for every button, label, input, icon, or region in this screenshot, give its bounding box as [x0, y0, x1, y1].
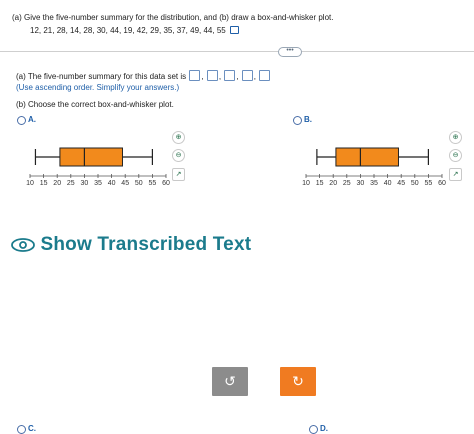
answer-separator: ,	[253, 72, 257, 81]
copy-data-icon[interactable]	[229, 26, 239, 34]
open-new-window-icon[interactable]: ↗	[172, 168, 185, 181]
answer-box-5[interactable]	[259, 70, 271, 81]
x-tick-label: 15	[40, 180, 48, 187]
zoom-out-icon[interactable]: ⊖	[172, 149, 185, 162]
x-tick-label: 55	[425, 180, 433, 187]
x-tick-label: 45	[121, 180, 129, 187]
answer-separator: ,	[236, 72, 239, 81]
option-a-label: A.	[28, 115, 36, 124]
eye-icon	[11, 238, 35, 252]
zoom-in-icon[interactable]: ⊕	[172, 131, 185, 144]
x-tick-label: 55	[149, 180, 157, 187]
show-transcribed-text-link[interactable]: Show Transcribed Text	[10, 234, 251, 260]
data-values-text: 12, 21, 28, 14, 28, 30, 44, 19, 42, 29, …	[30, 26, 226, 35]
part-b-label: (b) Choose the correct box-and-whisker p…	[16, 100, 174, 109]
x-tick-label: 35	[370, 180, 378, 187]
answer-separator: ,	[201, 72, 204, 81]
answer-box-2[interactable]	[206, 70, 218, 81]
x-tick-label: 35	[94, 180, 102, 187]
x-tick-label: 40	[384, 180, 392, 187]
x-tick-label: 10	[302, 180, 310, 187]
part-a-label: (a) The five-number summary for this dat…	[16, 72, 187, 81]
box	[59, 147, 123, 167]
x-tick-label: 25	[343, 180, 351, 187]
x-tick-label: 20	[53, 180, 61, 187]
undo-button[interactable]: ↺	[212, 367, 248, 396]
data-values: 12, 21, 28, 14, 28, 30, 44, 19, 42, 29, …	[30, 25, 239, 36]
x-tick-label: 20	[329, 180, 337, 187]
answer-box-3[interactable]	[224, 70, 236, 81]
redo-button[interactable]: ↻	[280, 367, 316, 396]
option-a-boxplot: 10 15 20 25 30 35 40 45 50 55 60	[26, 147, 170, 187]
zoom-out-icon[interactable]: ⊖	[449, 149, 462, 162]
x-tick-label: 60	[162, 180, 170, 187]
x-tick-label: 25	[67, 180, 75, 187]
option-b-boxplot: 10 15 20 25 30 35 40 45 50 55 60	[302, 147, 446, 187]
part-a-hint: (Use ascending order. Simplify your answ…	[16, 83, 180, 92]
option-c-radio[interactable]	[17, 425, 26, 434]
zoom-in-icon[interactable]: ⊕	[449, 131, 462, 144]
answer-box-4[interactable]	[241, 70, 253, 81]
box	[335, 147, 399, 167]
option-b-radio[interactable]	[293, 116, 302, 125]
option-a-radio[interactable]	[17, 116, 26, 125]
answer-separator: ,	[218, 72, 222, 81]
option-b-label: B.	[304, 115, 312, 124]
x-tick-label: 30	[357, 180, 365, 187]
x-tick-label: 30	[81, 180, 89, 187]
show-transcribed-text-label: Show Transcribed Text	[40, 234, 252, 255]
x-tick-label: 50	[411, 180, 419, 187]
answer-box-1[interactable]	[189, 70, 201, 81]
x-tick-label: 10	[26, 180, 34, 187]
x-tick-label: 60	[438, 180, 446, 187]
x-tick-label: 50	[135, 180, 143, 187]
part-a-question: (a) The five-number summary for this dat…	[16, 70, 271, 82]
expand-toggle[interactable]: •••	[278, 47, 302, 57]
section-divider	[0, 51, 474, 52]
x-tick-label: 40	[108, 180, 116, 187]
open-new-window-icon[interactable]: ↗	[449, 168, 462, 181]
option-d-radio[interactable]	[309, 425, 318, 434]
x-tick-label: 15	[316, 180, 324, 187]
question-prompt: (a) Give the five-number summary for the…	[12, 13, 334, 22]
x-tick-label: 45	[397, 180, 405, 187]
